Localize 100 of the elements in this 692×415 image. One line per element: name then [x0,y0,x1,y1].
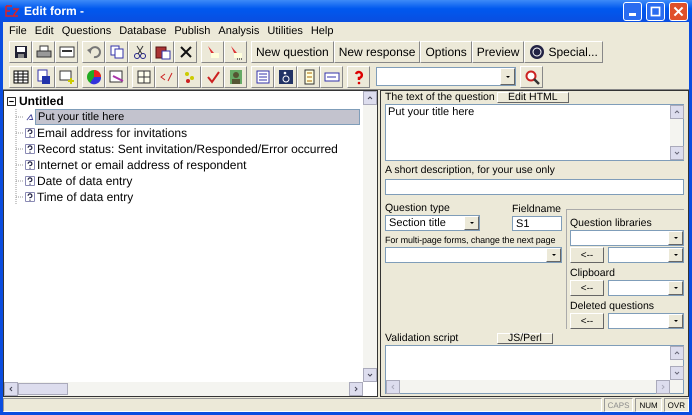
menu-item[interactable]: Database [115,24,170,36]
dropdown-button[interactable] [668,248,683,262]
list-icon [254,68,270,84]
dropdown-button[interactable] [546,248,561,262]
delete-button[interactable] [174,40,197,62]
caret-icon [672,234,680,242]
horizontal-scrollbar[interactable] [4,382,363,396]
pen-icon [25,112,35,122]
maximize-button[interactable] [646,2,665,20]
question-text-area[interactable]: Put your title here [385,104,684,161]
tree-connector [15,125,25,141]
toolbar-button[interactable]: New question [251,40,334,62]
list-button[interactable] [251,66,274,88]
tree-root[interactable]: Untitled [17,94,66,108]
grid-icon [136,68,152,84]
restore-button[interactable]: <-- [570,280,604,296]
source-select[interactable] [570,230,684,246]
js-perl-button[interactable]: JS/Perl [497,333,553,344]
restore-button[interactable]: <-- [570,247,604,263]
menu-item[interactable]: File [5,24,31,36]
close-button[interactable] [669,2,688,20]
undo-button[interactable] [82,40,105,62]
fieldname-field[interactable]: S1 [512,216,562,231]
caret-icon [550,251,558,259]
window-button[interactable] [55,40,78,62]
menu-item[interactable]: Utilities [263,24,307,36]
table-button[interactable] [9,66,32,88]
window-icon [58,44,74,60]
grid-button[interactable] [132,66,155,88]
edit-html-button[interactable]: Edit HTML [497,92,569,103]
tree-item[interactable]: Record status: Sent invitation/Responded/Error occurred [35,142,340,156]
toolbar-button[interactable]: Preview [472,40,524,62]
dropdown-button[interactable] [668,231,683,245]
source-select[interactable] [608,247,684,263]
checklist-button[interactable] [297,66,320,88]
next-page-select[interactable] [385,247,562,263]
caret-icon [468,219,476,227]
cut-icon [132,44,148,60]
tree-connector [15,189,25,205]
dropdown-button[interactable] [464,216,479,230]
description-field[interactable] [385,179,684,195]
magnifier-button[interactable] [520,66,543,88]
toolbar-button[interactable]: Options [420,40,472,62]
tree-item[interactable]: Put your title here [35,109,360,125]
validation-script-area[interactable] [385,345,684,394]
vertical-scrollbar[interactable] [670,346,683,380]
question-icon [25,144,35,154]
wheelchair-icon [278,68,294,84]
field-label: The text of the question [385,91,496,103]
vertical-scrollbar[interactable] [363,91,377,382]
copy-button[interactable] [105,40,128,62]
portrait-icon [228,68,244,84]
dropdown-button[interactable] [500,68,515,85]
tree-item[interactable]: Date of data entry [35,174,134,188]
tree-item[interactable]: Time of data entry [35,190,136,204]
vertical-scrollbar[interactable] [670,105,683,160]
cut-button[interactable] [128,40,151,62]
dropdown-button[interactable] [668,314,683,328]
scrollbar-thumb[interactable] [18,383,68,395]
question-type-select[interactable]: Section title [385,215,480,231]
toolbar-button[interactable]: New response [334,40,420,62]
tree-item[interactable]: Email address for invitations [35,126,190,140]
delete-icon [178,44,194,60]
menu-item[interactable]: Edit [30,24,58,36]
source-select[interactable] [608,280,684,296]
horizontal-scrollbar[interactable] [386,380,683,393]
table-icon [12,68,28,84]
menu-item[interactable]: Help [306,24,338,36]
document-button[interactable] [32,66,55,88]
minimize-button[interactable] [623,2,642,20]
marker-button[interactable] [224,40,247,62]
field-label: Deleted questions [570,300,656,312]
minimize-icon [629,13,636,16]
portrait-button[interactable] [224,66,247,88]
tree-item[interactable]: Internet or email address of respondent [35,158,248,172]
restore-button[interactable]: <-- [570,313,604,329]
field-label: Question libraries [570,217,653,229]
menu-item[interactable]: Publish [170,24,214,36]
dropdown-button[interactable] [668,281,683,295]
menu-item[interactable]: Analysis [214,24,264,36]
add-field-button[interactable] [55,66,78,88]
form-field-button[interactable] [320,66,343,88]
pie-chart-button[interactable] [82,66,105,88]
wheelchair-button[interactable] [274,66,297,88]
spell-check-icon [204,68,220,84]
paste-icon [154,44,170,60]
paste-button[interactable] [151,40,174,62]
window-title: Edit form - [24,4,85,18]
spell-check-button[interactable] [201,66,224,88]
toolbar-button[interactable]: Special... [524,40,603,62]
tree-connector [15,141,25,157]
save-icon [12,44,28,60]
help-button[interactable] [347,66,370,88]
save-button[interactable] [9,40,32,62]
source-select[interactable] [608,313,684,329]
print-button[interactable] [32,40,55,62]
marker-button[interactable] [201,40,224,62]
menu-item[interactable]: Questions [58,24,116,36]
field-label: For multi-page forms, change the next page [385,235,556,245]
dots-button[interactable] [178,66,201,88]
